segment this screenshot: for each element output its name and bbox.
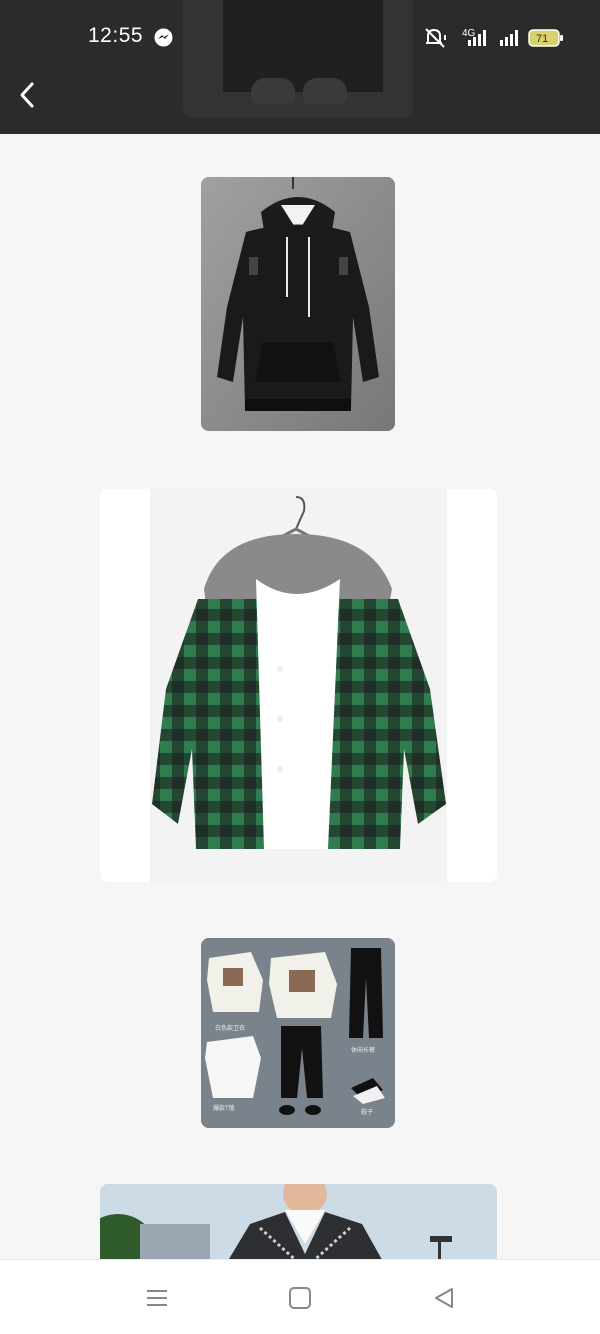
- signal-4g-icon: 4G: [462, 28, 486, 46]
- messenger-icon: [154, 28, 173, 47]
- menu-icon[interactable]: [143, 1284, 171, 1312]
- shoe-right: [303, 78, 347, 104]
- battery-icon: 71: [528, 29, 563, 47]
- svg-text:鞋子: 鞋子: [361, 1108, 373, 1116]
- product-image-green-plaid-shirt[interactable]: [100, 489, 497, 882]
- back-triangle-icon[interactable]: [430, 1284, 458, 1312]
- mute-bell-icon: [425, 28, 446, 48]
- previous-product-image-peek: [183, 0, 413, 118]
- bottom-navigation-bar: [0, 1259, 600, 1334]
- product-image-black-hoodie[interactable]: [201, 177, 395, 431]
- svg-text:爆款T恤: 爆款T恤: [213, 1104, 235, 1112]
- svg-text:白色款卫衣: 白色款卫衣: [215, 1024, 245, 1032]
- back-chevron-icon[interactable]: [12, 78, 46, 112]
- status-time: 12:55: [88, 24, 144, 47]
- top-bar: 12:55 4G 71: [0, 0, 600, 134]
- green-plaid-shirt-illustration: [100, 489, 497, 882]
- svg-text:休闲长裤: 休闲长裤: [351, 1046, 375, 1054]
- svg-text:71: 71: [536, 33, 548, 45]
- status-icons: 4G 71: [425, 28, 563, 48]
- signal-icon: [500, 30, 518, 46]
- outfit-set-illustration: 白色款卫衣 爆款T恤 休闲长裤 鞋子: [201, 938, 395, 1128]
- black-hoodie-illustration: [201, 177, 395, 431]
- shoe-left: [251, 78, 295, 104]
- home-square-icon[interactable]: [286, 1284, 314, 1312]
- product-image-outfit-set[interactable]: 白色款卫衣 爆款T恤 休闲长裤 鞋子: [201, 938, 395, 1128]
